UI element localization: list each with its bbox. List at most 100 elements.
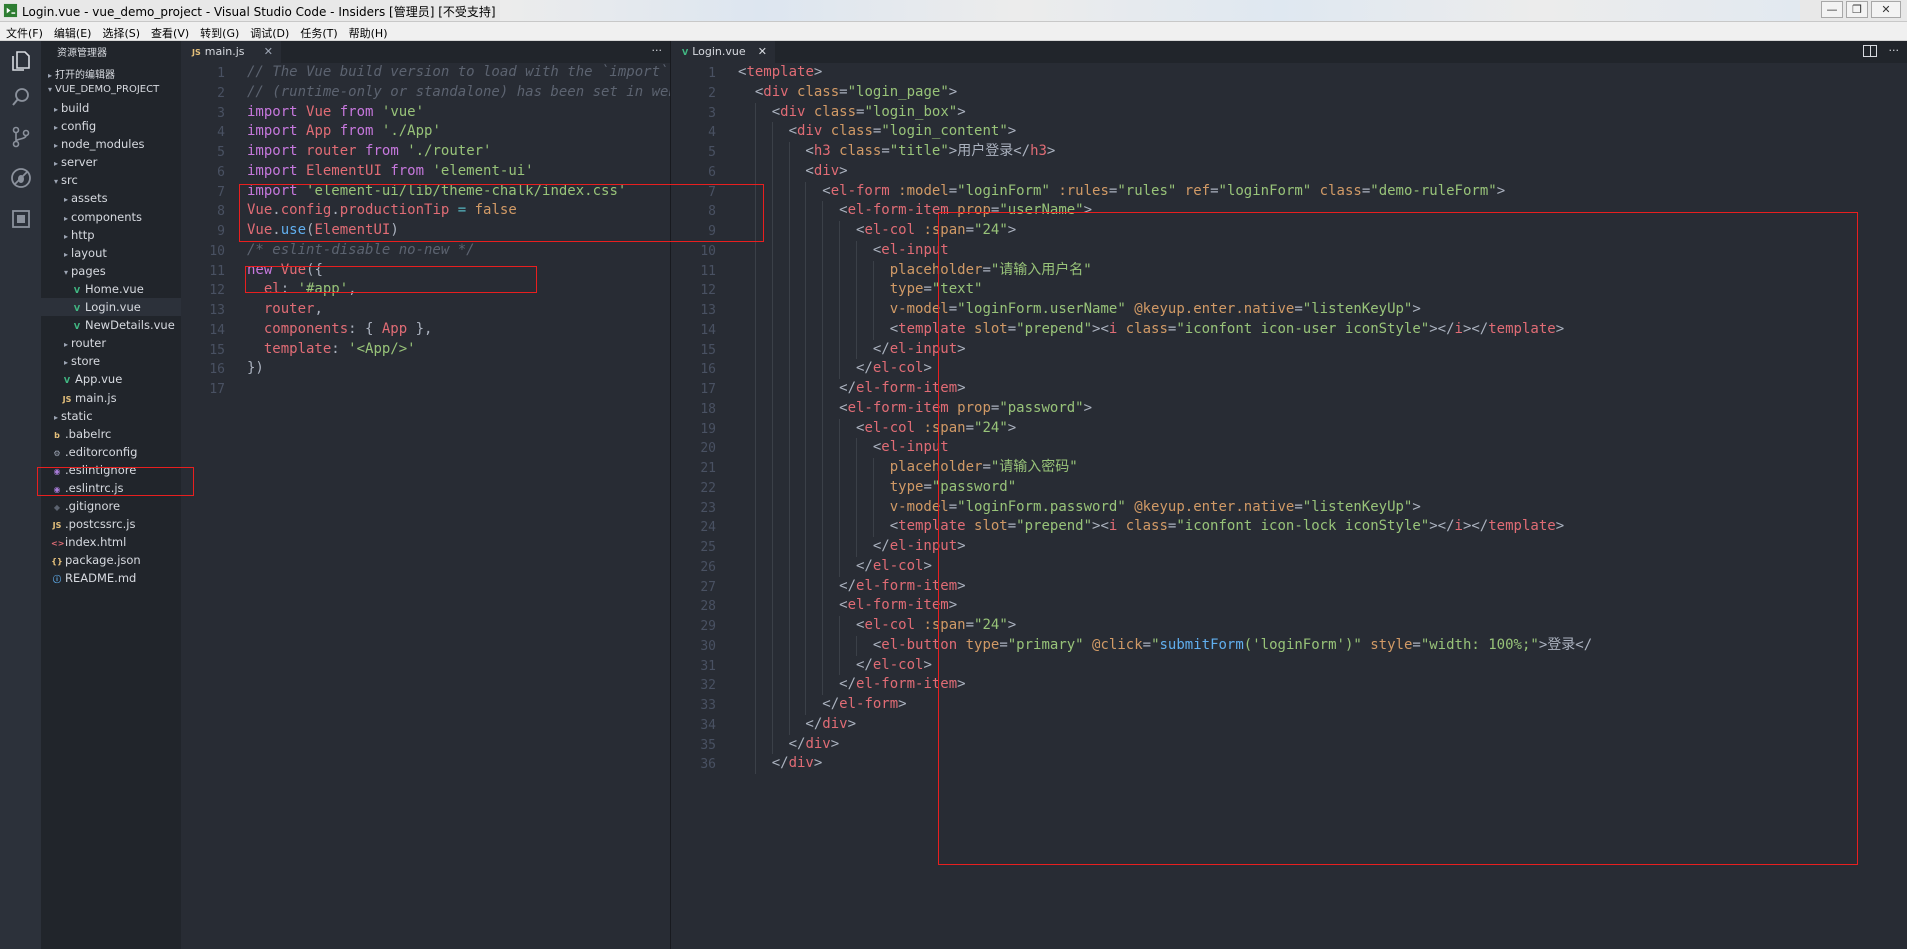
code-token: div <box>822 715 848 732</box>
code-token: < <box>738 518 899 535</box>
menu-item[interactable]: 任务(T) <box>294 24 342 41</box>
code-line: <el-col :span="24"> <box>738 221 1016 241</box>
tree-item[interactable]: b .babelrc <box>41 425 181 443</box>
menu-item[interactable]: 编辑(E) <box>48 24 97 41</box>
more-actions-icon[interactable]: ··· <box>652 44 663 57</box>
tree-item[interactable]: JS main.js <box>41 389 181 407</box>
tree-item[interactable]: ▸ static <box>41 407 181 425</box>
tree-item[interactable]: ▾ pages <box>41 262 181 280</box>
tree-item[interactable]: ◆ .gitignore <box>41 497 181 515</box>
tree-item[interactable]: V NewDetails.vue <box>41 316 181 334</box>
code-token: i <box>1454 518 1463 535</box>
tree-item[interactable]: ⚙ .editorconfig <box>41 443 181 461</box>
debug-icon[interactable] <box>0 158 41 198</box>
menu-item[interactable]: 查看(V) <box>145 24 194 41</box>
menu-item[interactable]: 转到(G) <box>194 24 244 41</box>
tab-login-vue[interactable]: V Login.vue ✕ <box>671 41 775 63</box>
code-token: > <box>948 83 958 100</box>
code-token: slot <box>974 518 1008 535</box>
menu-item[interactable]: 文件(F) <box>0 24 48 41</box>
indent-guide <box>788 240 790 261</box>
indent-guide <box>754 517 756 537</box>
code-token: "24" <box>974 419 1008 436</box>
open-editors-section[interactable]: ▸ 打开的编辑器 <box>41 63 181 81</box>
indent-guide <box>754 616 756 636</box>
code-token: > <box>1046 143 1056 159</box>
code-token: < <box>738 103 781 120</box>
project-section[interactable]: ▾ VUE_DEMO_PROJECT <box>41 81 181 99</box>
line-number: 5 <box>708 145 716 160</box>
tree-item[interactable]: <>index.html <box>41 533 181 551</box>
close-tab-icon[interactable]: ✕ <box>758 41 767 63</box>
tree-item[interactable]: ▸ layout <box>41 244 181 262</box>
chevron-right-icon: ▸ <box>47 71 52 80</box>
left-editor-code[interactable]: 1 2 3 4 5 6 7 8 9 10 11 12 13 14 15 16 17// The Vue buil… <box>181 63 670 949</box>
tree-item[interactable]: V Home.vue <box>41 280 181 298</box>
search-icon[interactable] <box>0 77 41 117</box>
tree-item[interactable]: ▸ node_modules <box>41 135 181 153</box>
tree-item[interactable]: ▸ http <box>41 226 181 244</box>
tree-item[interactable]: V Login.vue <box>41 298 181 317</box>
tree-item[interactable]: ▸ store <box>41 352 181 370</box>
indent-guide <box>805 240 807 261</box>
code-token: prop <box>957 202 991 219</box>
source-control-icon[interactable] <box>0 117 41 157</box>
indent-guide <box>771 556 773 577</box>
tree-item[interactable]: {} package.json <box>41 551 181 569</box>
code-token: // The Vue build version to load with th… <box>247 64 670 80</box>
indent-guide <box>805 300 807 320</box>
tree-item[interactable]: ▸ assets <box>41 189 181 207</box>
tree-item-label: node_modules <box>61 137 145 152</box>
extensions-icon[interactable] <box>0 199 41 239</box>
indent-guide <box>788 359 790 379</box>
indent-guide <box>788 300 790 320</box>
explorer-files-icon[interactable] <box>0 41 41 81</box>
code-token: "prepend" <box>1016 518 1093 535</box>
indent-guide <box>822 596 824 616</box>
line-number: 19 <box>700 421 716 437</box>
indent-guide <box>822 497 824 518</box>
tree-item[interactable]: ◉ .eslintignore <box>41 461 181 479</box>
right-editor-code[interactable]: 1 2 3 4 5 6 7 8 9 10 11 12 13 14 15 16 17 18 19 20 21 22 23 24 2… <box>671 63 1907 949</box>
code-token: @keyup.enter.native <box>1134 498 1295 515</box>
tree-item[interactable]: ▸ server <box>41 153 181 171</box>
line-number: 10 <box>209 243 225 259</box>
indent-guide <box>788 142 790 162</box>
indent-guide <box>771 201 773 221</box>
menu-item[interactable]: 帮助(H) <box>343 24 393 41</box>
tree-item[interactable]: ▸ router <box>41 334 181 352</box>
indent-guide <box>872 300 874 320</box>
tree-item[interactable]: JS .postcssrc.js <box>41 515 181 533</box>
code-token: Vue <box>280 261 307 278</box>
js-file-icon: JS <box>192 48 201 57</box>
code-token: components <box>263 320 349 337</box>
indent-guide <box>754 201 756 221</box>
tree-item[interactable]: ▾ src <box>41 171 181 189</box>
tree-item[interactable]: ▸ config <box>41 117 181 135</box>
code-token: template <box>898 320 975 337</box>
split-editor-icon[interactable] <box>1863 45 1877 57</box>
minimize-button[interactable]: — <box>1821 1 1843 18</box>
menu-item[interactable]: 调试(D) <box>244 24 294 41</box>
indent-guide <box>822 280 824 300</box>
code-token: "login_content" <box>881 123 1008 140</box>
code-token: ElementUI <box>306 162 391 179</box>
code-token: < <box>738 143 814 159</box>
tree-item[interactable]: ◉ .eslintrc.js <box>41 479 181 497</box>
close-tab-icon[interactable]: ✕ <box>264 41 273 63</box>
line-number: 25 <box>700 540 716 555</box>
code-token: ('loginForm')" <box>1243 636 1371 653</box>
indent-guide <box>754 181 756 202</box>
code-line: </div> <box>738 735 840 755</box>
tree-item[interactable]: ▸ build <box>41 99 181 117</box>
tree-item[interactable]: ⓘ README.md <box>41 569 181 587</box>
code-token: @keyup.enter.native <box>1134 301 1295 317</box>
close-window-button[interactable]: ✕ <box>1871 1 1901 18</box>
tree-item[interactable]: ▸ components <box>41 208 181 226</box>
menu-item[interactable]: 选择(S) <box>96 24 145 41</box>
tree-item[interactable]: V App.vue <box>41 370 181 388</box>
indent-guide <box>788 339 790 360</box>
tab-main-js[interactable]: JS main.js ✕ <box>181 41 281 63</box>
more-actions-icon[interactable]: ··· <box>1889 44 1900 57</box>
restore-button[interactable]: ❐ <box>1846 1 1868 18</box>
